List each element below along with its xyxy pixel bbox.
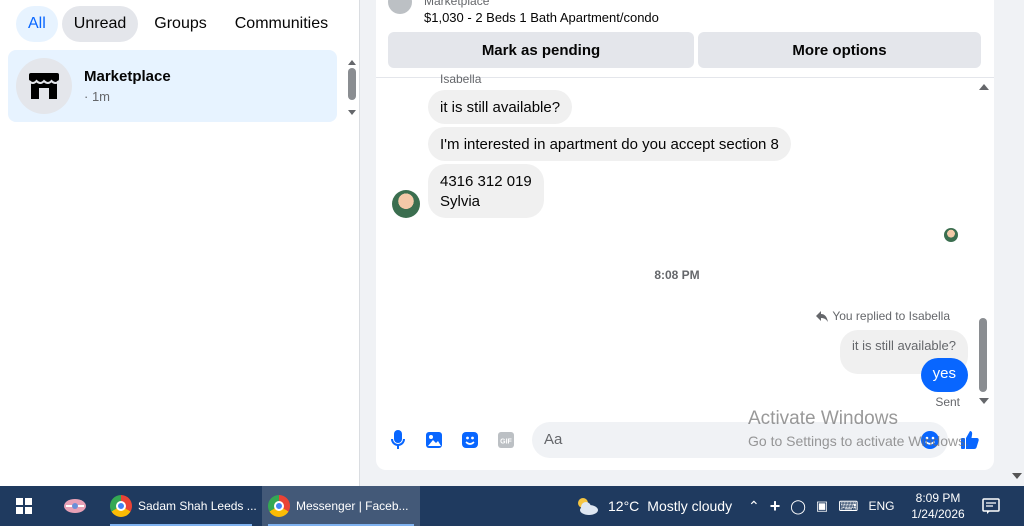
- chrome-icon: [268, 495, 290, 517]
- conversation-item-marketplace[interactable]: Marketplace · 1m: [8, 50, 337, 122]
- activate-windows-watermark: Activate Windows Go to Settings to activ…: [748, 408, 969, 449]
- composer: GIF Aa Activate Windows Go to Settings t…: [376, 408, 994, 462]
- scroll-thumb[interactable]: [348, 68, 356, 100]
- message-timestamp: 8:08 PM: [654, 268, 700, 282]
- message-bubble[interactable]: 4316 312 019 Sylvia: [428, 164, 544, 218]
- sender-name: Isabella: [440, 72, 482, 86]
- sent-status: Sent: [935, 395, 960, 409]
- clock-time: 8:09 PM: [915, 491, 961, 505]
- more-options-button[interactable]: More options: [698, 32, 981, 68]
- watermark-title: Activate Windows: [748, 408, 898, 429]
- watermark-subtitle: Go to Settings to activate Windows.: [748, 433, 969, 449]
- microphone-icon[interactable]: [388, 430, 408, 450]
- listing-title[interactable]: $1,030 - 2 Beds 1 Bath Apartment/condo: [424, 10, 659, 25]
- message-bubble[interactable]: I'm interested in apartment do you accep…: [428, 127, 791, 161]
- reply-arrow-icon: [816, 311, 829, 322]
- conversation-name: Marketplace: [84, 68, 171, 85]
- listing-source: Marketplace: [424, 0, 490, 8]
- scroll-down-icon[interactable]: [348, 110, 356, 115]
- network-icon[interactable]: ▣: [816, 498, 828, 514]
- svg-text:GIF: GIF: [500, 439, 512, 446]
- language-indicator[interactable]: ENG: [868, 499, 894, 513]
- taskbar-app-label: Messenger | Faceb...: [296, 499, 409, 513]
- marketplace-store-icon: [16, 58, 72, 114]
- message-line: 4316 312 019: [440, 173, 532, 190]
- my-message-bubble[interactable]: yes: [920, 358, 968, 392]
- filter-chips: All Unread Groups Communities: [16, 6, 340, 42]
- page-scroll-down-icon[interactable]: [1012, 473, 1022, 479]
- windows-start-icon[interactable]: [16, 498, 32, 514]
- meet-now-icon[interactable]: ◯: [790, 498, 806, 515]
- notifications-icon[interactable]: [982, 497, 1000, 515]
- listing-thumbnail[interactable]: [388, 0, 412, 14]
- plus-icon[interactable]: +: [770, 496, 781, 517]
- scroll-up-icon[interactable]: [979, 84, 989, 90]
- gif-icon[interactable]: GIF: [496, 430, 516, 450]
- conversation-panel: Marketplace $1,030 - 2 Beds 1 Bath Apart…: [376, 0, 994, 470]
- message-bubble[interactable]: it is still available?: [428, 90, 573, 124]
- pinned-app-icon[interactable]: [62, 495, 88, 517]
- sticker-icon[interactable]: [460, 430, 480, 450]
- scroll-up-icon[interactable]: [348, 60, 356, 65]
- message-line: Sylvia: [440, 193, 481, 210]
- listing-header: Marketplace $1,030 - 2 Beds 1 Bath Apart…: [376, 0, 994, 78]
- taskbar-chrome-window[interactable]: Sadam Shah Leeds ...: [104, 486, 258, 526]
- weather-temp: 12°C: [608, 498, 640, 514]
- weather-text: Mostly cloudy: [647, 498, 733, 514]
- keyboard-icon[interactable]: ⌨: [838, 498, 858, 515]
- weather-widget[interactable]: 12°C Mostly cloudy: [574, 486, 732, 526]
- system-tray: ⌃ + ◯ ▣ ⌨ ENG: [748, 486, 894, 526]
- seen-avatar: [944, 228, 958, 242]
- filter-unread[interactable]: Unread: [61, 6, 139, 42]
- cloudy-weather-icon: [578, 498, 598, 515]
- filter-groups[interactable]: Groups: [142, 6, 218, 42]
- thread-scroll-thumb[interactable]: [979, 318, 987, 392]
- taskbar-app-label: Sadam Shah Leeds ...: [138, 499, 257, 513]
- taskbar-clock[interactable]: 8:09 PM 1/24/2026: [908, 490, 968, 522]
- chat-list-panel: All Unread Groups Communities Marketplac…: [0, 0, 360, 486]
- filter-communities[interactable]: Communities: [223, 6, 340, 42]
- reply-label: You replied to Isabella: [832, 309, 950, 323]
- reply-indicator: You replied to Isabella: [816, 309, 950, 323]
- chrome-icon: [110, 495, 132, 517]
- chevron-up-icon[interactable]: ⌃: [748, 498, 760, 515]
- mark-as-pending-button[interactable]: Mark as pending: [388, 32, 694, 68]
- filter-all[interactable]: All: [16, 6, 58, 42]
- taskbar-messenger-window[interactable]: Messenger | Faceb...: [262, 486, 420, 526]
- sender-avatar[interactable]: [392, 190, 420, 218]
- windows-taskbar: Sadam Shah Leeds ... Messenger | Faceb..…: [0, 486, 1024, 526]
- conversation-time: · 1m: [84, 89, 110, 104]
- photo-icon[interactable]: [424, 430, 444, 450]
- scroll-down-icon[interactable]: [979, 398, 989, 404]
- clock-date: 1/24/2026: [911, 507, 965, 521]
- chat-list-scrollbar[interactable]: [346, 60, 358, 120]
